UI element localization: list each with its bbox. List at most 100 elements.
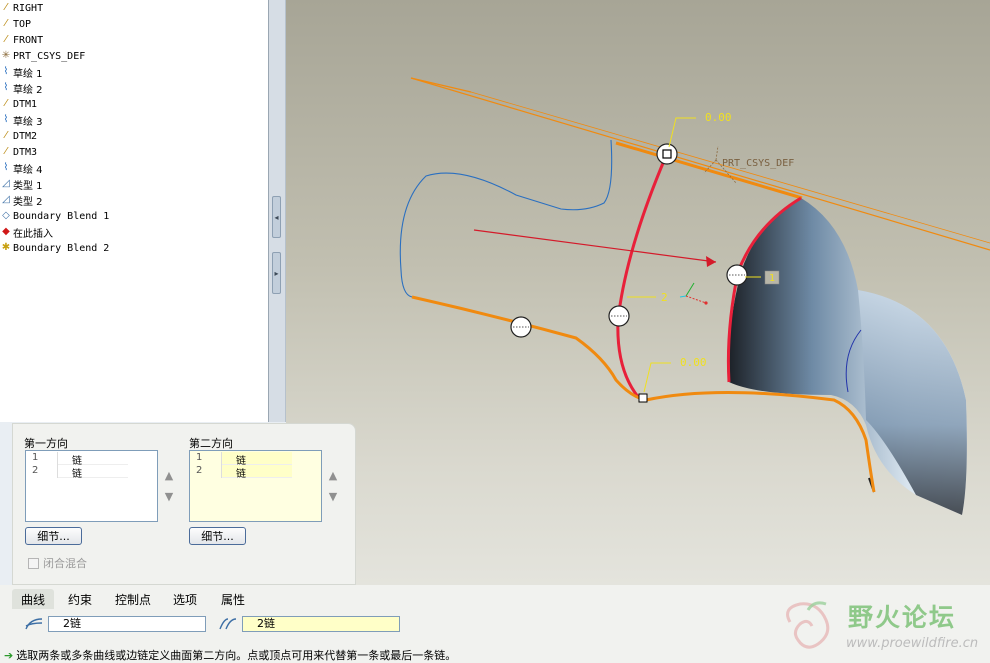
datum-plane-icon: ⁄ xyxy=(5,146,7,157)
tree-item-label: 类型 2 xyxy=(13,196,43,208)
tree-item-label: TOP xyxy=(13,18,32,30)
second-direction-collector[interactable]: 2链 xyxy=(242,616,400,632)
first-direction-list[interactable]: 1 链 2 链 xyxy=(25,450,158,522)
tab-options[interactable]: 选项 xyxy=(165,589,205,609)
list-item[interactable]: 1 链 xyxy=(28,452,128,467)
tree-item-label: 草绘 1 xyxy=(13,68,43,80)
tree-item[interactable]: ⌇ 草绘 4 xyxy=(0,160,43,176)
boundary-blend-active-icon: ✱ xyxy=(1,242,11,253)
surface-icon: ◿ xyxy=(2,194,10,205)
sketch-icon: ⌇ xyxy=(3,66,9,77)
tree-item[interactable]: ⁄ DTM1 xyxy=(0,96,37,112)
dimension-leader-bottom xyxy=(643,362,671,393)
tree-item-label: 草绘 3 xyxy=(13,116,43,128)
tree-item-label: DTM3 xyxy=(13,146,38,158)
tab-constraints[interactable]: 约束 xyxy=(60,589,100,609)
second-direction-details-button[interactable]: 细节... xyxy=(189,527,246,545)
boundary-blend-surface[interactable] xyxy=(728,198,967,515)
model-tree: ⁄ RIGHT ⁄ TOP ⁄ FRONT ✳ PRT_CSYS_DEF ⌇ 草绘 1 ⌇ 草绘 2 ⁄… xyxy=(0,0,268,422)
red-boundary-curve[interactable] xyxy=(616,155,668,399)
closed-blend-label: 闭合混合 xyxy=(43,557,87,570)
tab-control-points[interactable]: 控制点 xyxy=(108,589,158,609)
move-down-icon[interactable]: ▼ xyxy=(163,490,175,503)
tree-item[interactable]: ⁄ RIGHT xyxy=(0,0,43,16)
second-direction-title: 第二方向 xyxy=(189,437,233,450)
watermark-title: 野火论坛 xyxy=(848,603,957,632)
tree-item[interactable]: ⌇ 草绘 1 xyxy=(0,64,43,80)
tree-item[interactable]: ✳ PRT_CSYS_DEF xyxy=(0,48,85,64)
tree-item[interactable]: ✱ Boundary Blend 2 xyxy=(0,240,110,256)
tab-curves[interactable]: 曲线 xyxy=(12,589,54,609)
watermark-url: www.proewildfire.cn xyxy=(846,636,979,651)
tree-item[interactable]: ◇ Boundary Blend 1 xyxy=(0,208,109,224)
spin-center-icon xyxy=(679,282,708,305)
tree-item[interactable]: ⁄ TOP xyxy=(0,16,31,32)
panel-splitter[interactable]: ◂ ▸ xyxy=(268,0,286,422)
graphics-window[interactable]: 0.00 0.00 2 1 PRT_CSYS_DEF xyxy=(286,0,990,585)
move-up-icon[interactable]: ▲ xyxy=(327,469,339,482)
tree-item-label: 草绘 4 xyxy=(13,164,43,176)
tree-item[interactable]: ⌇ 草绘 3 xyxy=(0,112,43,128)
tree-item-label: DTM1 xyxy=(13,98,38,110)
tree-item[interactable]: ⁄ FRONT xyxy=(0,32,43,48)
vertex-handle-top[interactable] xyxy=(656,143,678,165)
tree-item[interactable]: ⌇ 草绘 2 xyxy=(0,80,43,96)
chain-label-1: 1 xyxy=(769,273,775,284)
tree-item[interactable]: ◿ 类型 2 xyxy=(0,192,43,208)
model-view: 0.00 0.00 2 1 PRT_CSYS_DEF xyxy=(399,77,990,515)
tab-properties[interactable]: 属性 xyxy=(213,589,253,609)
list-item[interactable]: 2 链 xyxy=(28,465,128,480)
curve-handle[interactable] xyxy=(608,305,630,327)
dimension-leader-top xyxy=(668,117,696,148)
tree-item-label: FRONT xyxy=(13,34,44,46)
tree-item-label: 草绘 2 xyxy=(13,84,43,96)
datum-plane-icon: ⁄ xyxy=(5,18,7,29)
datum-plane-icon: ⁄ xyxy=(5,2,7,13)
curve-handle[interactable] xyxy=(726,264,748,286)
direction-arrow xyxy=(473,229,717,267)
second-direction-list[interactable]: 1 链 2 链 xyxy=(189,450,322,522)
chain-label-2: 2 xyxy=(661,291,668,304)
move-up-icon[interactable]: ▲ xyxy=(163,469,175,482)
datum-plane-icon: ⁄ xyxy=(5,34,7,45)
tree-item-label: Boundary Blend 1 xyxy=(13,210,110,222)
list-item[interactable]: 1 链 xyxy=(192,452,292,467)
tree-item-label: DTM2 xyxy=(13,130,38,142)
collapse-tree-handle[interactable]: ◂ xyxy=(272,196,281,238)
csys-label: PRT_CSYS_DEF xyxy=(722,158,794,169)
tree-item-label: 在此插入 xyxy=(13,228,53,240)
datum-plane-edge xyxy=(410,77,990,251)
dimension-top[interactable]: 0.00 xyxy=(705,111,732,124)
datum-plane-icon: ⁄ xyxy=(5,130,7,141)
expand-tree-handle[interactable]: ▸ xyxy=(272,252,281,294)
tree-item-label: PRT_CSYS_DEF xyxy=(13,50,86,62)
vertex-handle-bottom[interactable] xyxy=(638,393,648,403)
closed-blend-checkbox[interactable]: 闭合混合 xyxy=(28,555,87,571)
curve-handle[interactable] xyxy=(510,316,532,338)
watermark: 野火论坛 www.proewildfire.cn xyxy=(778,596,988,658)
boundary-blend-panel: 第一方向 1 链 2 链 ▲ ▼ 细节... 第二方向 1 链 2 链 ▲ ▼ … xyxy=(12,423,356,585)
tree-item[interactable]: ⁄ DTM2 xyxy=(0,128,37,144)
first-direction-icon xyxy=(25,618,43,630)
sketch-icon: ⌇ xyxy=(3,162,9,173)
insert-here-arrow-icon: ◆ xyxy=(2,226,10,237)
boundary-blend-icon: ◇ xyxy=(2,210,10,221)
sketch-icon: ⌇ xyxy=(3,114,9,125)
tree-item-label: RIGHT xyxy=(13,2,44,14)
sketch-icon: ⌇ xyxy=(3,82,9,93)
surface-icon: ◿ xyxy=(2,178,10,189)
list-item[interactable]: 2 链 xyxy=(192,465,292,480)
tree-item[interactable]: ◆ 在此插入 xyxy=(0,224,53,240)
sketch-curve[interactable] xyxy=(399,139,613,298)
first-direction-details-button[interactable]: 细节... xyxy=(25,527,82,545)
message-arrow-icon: ➔ xyxy=(4,648,14,662)
checkbox-box[interactable] xyxy=(28,557,39,569)
tree-item[interactable]: ⁄ DTM3 xyxy=(0,144,37,160)
tree-item[interactable]: ◿ 类型 1 xyxy=(0,176,42,192)
dimension-bottom[interactable]: 0.00 xyxy=(680,356,707,369)
first-direction-collector[interactable]: 2链 xyxy=(48,616,206,632)
move-down-icon[interactable]: ▼ xyxy=(327,490,339,503)
coordinate-system-icon: ✳ xyxy=(1,50,11,61)
watermark-logo-icon xyxy=(786,601,830,649)
datum-plane-icon: ⁄ xyxy=(5,98,7,109)
